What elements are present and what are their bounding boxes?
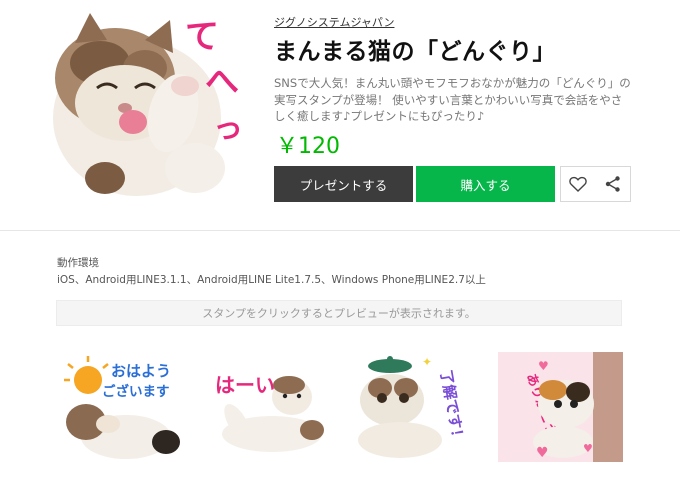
share-icon [605,176,620,192]
svg-text:✦: ✦ [422,355,432,369]
environment-label: 動作環境 [57,257,99,269]
heart-icon [569,176,587,192]
product-price: ￥120 [276,134,340,159]
company-link[interactable]: ジグノシステムジャパン [274,14,394,30]
svg-text:て: て [185,17,219,57]
sticker-text: おはよう [111,362,171,380]
sticker-thumbnail[interactable]: ありがとう ♥ ♥ ♥ [498,352,623,462]
present-button[interactable]: プレゼントする [274,166,413,202]
product-header: て へ っ ジグノシステムジャパン まんまる猫の「どんぐり」 SNSで大人気！ま… [0,0,680,228]
product-title: まんまる猫の「どんぐり」 [274,39,556,65]
sticker-text: 了解です！ [437,368,468,445]
sticker-thumbnail[interactable]: はーい [207,352,332,462]
product-description: SNSで大人気！まん丸い頭やモフモフおなかが魅力の「どんぐり」の実写スタンプが登… [274,76,631,123]
section-divider [0,230,680,231]
svg-text:っ: っ [213,111,243,146]
sticker-text: はーい [215,373,275,397]
environment-text: iOS、Android用LINE3.1.1、Android用LINE Lite1… [57,274,486,286]
favorite-button[interactable] [560,166,596,202]
svg-text:♥: ♥ [536,445,549,461]
sticker-text: ございます [102,383,170,400]
main-sticker-text: へ [205,62,239,102]
preview-hint: スタンプをクリックするとプレビューが表示されます。 [56,300,622,326]
main-sticker-image: て へ っ [53,13,243,196]
svg-text:♥: ♥ [538,359,549,373]
share-button[interactable] [595,166,631,202]
sticker-thumbnail[interactable]: 了解です！ ✦ [350,352,475,462]
sticker-thumbnail[interactable]: おはよう ございます [56,352,181,462]
buy-button[interactable]: 購入する [416,166,555,202]
svg-text:♥: ♥ [583,442,593,455]
